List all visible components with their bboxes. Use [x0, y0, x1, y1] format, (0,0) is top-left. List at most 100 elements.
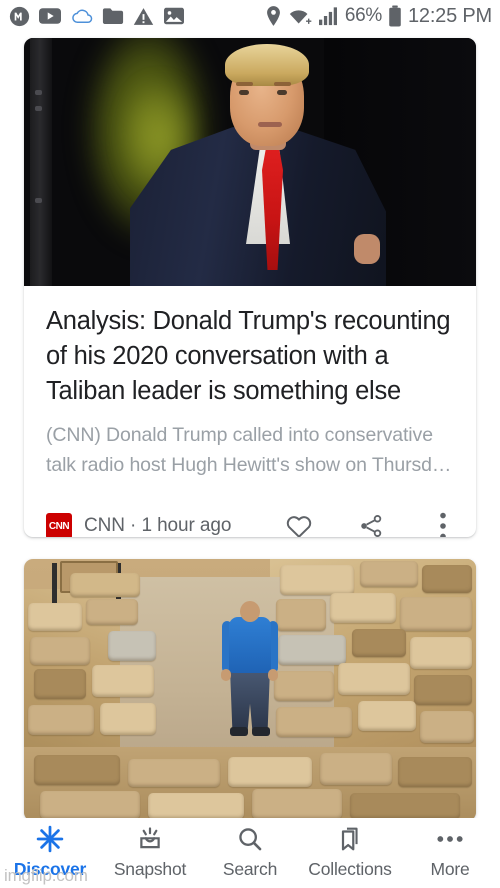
ruins-stone [274, 671, 334, 701]
nav-item-search[interactable]: Search [200, 824, 300, 880]
card-footer: CNN CNN · 1 hour ago [24, 494, 476, 537]
medium-app-icon [9, 6, 30, 26]
news-card[interactable] [24, 559, 476, 818]
nav-label-collections: Collections [308, 859, 392, 879]
news-card[interactable]: Analysis: Donald Trump's recounting of h… [24, 38, 476, 537]
ruins-stone [358, 701, 416, 731]
like-button[interactable] [284, 511, 314, 537]
nav-label-more: More [430, 859, 470, 879]
bookmark-stack-icon [336, 824, 364, 854]
card-hero-image[interactable] [24, 559, 476, 818]
ruins-stone [34, 669, 86, 699]
cnn-logo-label: CNN [48, 520, 70, 532]
card-headline[interactable]: Analysis: Donald Trump's recounting of h… [46, 304, 454, 409]
warning-icon [133, 7, 154, 25]
asterisk-icon [35, 824, 65, 854]
three-dot-horizontal-icon [436, 824, 464, 854]
cellular-signal-icon [318, 7, 337, 26]
phone-screen: 66% 12:25 PM Analysis: Donald Trump's re… [0, 0, 500, 888]
ruins-stone [128, 759, 220, 787]
ruins-stone [252, 789, 342, 818]
hero-doorframe-stud [35, 106, 42, 111]
ruins-stone [28, 603, 82, 631]
ruins-stone [420, 711, 474, 743]
wifi-icon [289, 10, 312, 24]
hero-figure-brow [274, 82, 291, 86]
ruins-stone [100, 703, 156, 735]
ruins-stone [70, 573, 140, 597]
ruins-stone [398, 757, 472, 787]
ruins-person-head [240, 601, 260, 622]
hero-figure-brow [236, 82, 253, 86]
nav-label-snapshot: Snapshot [113, 859, 187, 879]
youtube-icon [39, 8, 61, 24]
battery-icon [389, 5, 401, 27]
share-icon [361, 515, 382, 537]
hero-doorframe-stud [35, 198, 42, 203]
battery-percent-label: 66% [344, 5, 382, 26]
ruins-stone [422, 565, 472, 593]
discover-feed[interactable]: Analysis: Donald Trump's recounting of h… [0, 32, 500, 818]
card-hero-image[interactable] [24, 38, 476, 286]
three-dot-menu-icon [440, 512, 446, 537]
hero-figure-eye [277, 90, 287, 95]
folder-icon [102, 8, 124, 24]
ruins-stone [352, 629, 406, 657]
ruins-stone [276, 599, 326, 631]
location-pin-icon [266, 6, 280, 26]
nav-label-search: Search [222, 859, 278, 879]
ruins-stone [28, 705, 94, 735]
ruins-stone [40, 791, 140, 818]
hero-figure-mouth [258, 122, 282, 127]
ruins-stone [400, 597, 472, 631]
heart-icon [286, 516, 312, 537]
ruins-stone [108, 631, 156, 661]
ruins-stone [338, 663, 410, 695]
ruins-stone [350, 793, 460, 818]
search-icon [236, 824, 264, 854]
card-text-block: Analysis: Donald Trump's recounting of h… [24, 286, 476, 480]
ruins-person-shoe [230, 727, 248, 736]
imgflip-watermark: imgflip.com [4, 866, 88, 885]
ruins-stone [30, 637, 90, 665]
ruins-person-hand [221, 669, 231, 681]
hero-figure-hair [225, 44, 309, 86]
ruins-person-hand [268, 669, 278, 681]
screenshot-icon [164, 7, 184, 25]
status-notification-icons [0, 6, 185, 27]
ruins-stone [330, 593, 396, 623]
more-options-button[interactable] [428, 511, 458, 537]
card-snippet: (CNN) Donald Trump called into conservat… [46, 424, 452, 476]
ruins-stone [280, 565, 354, 595]
ruins-stone [34, 755, 120, 785]
ruins-stone [278, 635, 346, 665]
nav-item-snapshot[interactable]: Snapshot [100, 824, 200, 880]
ruins-stone [228, 757, 312, 787]
nav-item-collections[interactable]: Collections [300, 824, 400, 880]
ruins-stone [92, 665, 154, 697]
hero-figure-eye [239, 90, 249, 95]
hero-figure-hand [354, 234, 380, 264]
card-source-label: CNN · 1 hour ago [84, 515, 232, 536]
status-system-icons: 66% 12:25 PM [265, 0, 492, 32]
share-button[interactable] [356, 511, 386, 537]
hero-doorframe-stud [35, 90, 42, 95]
ruins-stone [410, 637, 472, 669]
ruins-person-shirt [229, 617, 271, 673]
ruins-stone [276, 707, 352, 737]
ruins-person-shoe [252, 727, 270, 736]
ruins-stone [360, 561, 418, 587]
ruins-stone [414, 675, 472, 705]
card-actions [284, 494, 458, 537]
card-source[interactable]: CNN CNN · 1 hour ago [46, 513, 231, 537]
status-bar: 66% 12:25 PM [0, 0, 500, 32]
nav-item-more[interactable]: More [400, 824, 500, 880]
cloud-sync-icon [72, 9, 93, 23]
clock-label: 12:25 PM [407, 4, 492, 27]
hero-doorframe [30, 38, 52, 286]
ruins-stone [86, 599, 138, 625]
snapshot-icon [136, 824, 164, 854]
ruins-stone [148, 793, 244, 818]
ruins-stone [320, 753, 392, 785]
cnn-logo-icon: CNN [46, 513, 72, 537]
